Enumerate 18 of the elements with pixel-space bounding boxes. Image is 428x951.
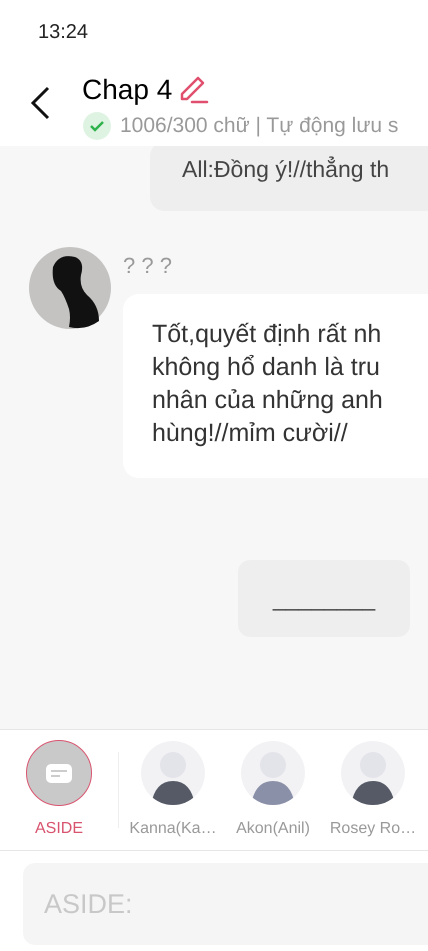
character-option[interactable]: Akon(Anil) [223,740,323,841]
character-name: ? ? ? [123,252,172,280]
dialogue-bubble: Tốt,quyết định rất nh không hổ danh là tru nhân của những anh hùng!//mỉm cười// [123,294,428,478]
status-time: 13:24 [38,20,88,45]
character-label: Kanna(Ka… [129,819,217,839]
edit-icon[interactable] [178,75,210,105]
chapter-title: Chap 4 [82,73,172,107]
character-option[interactable]: Rosey Ro… [323,740,423,841]
aside-option[interactable]: ASIDE [0,740,120,841]
aside-icon [46,764,72,782]
word-count-status: 1006/300 chữ | Tự động lưu s [120,113,398,139]
character-option[interactable]: Kanna(Ka… [123,740,223,841]
narration-bubble: All:Đồng ý!//thẳng th [150,146,428,211]
character-label: ASIDE [34,819,83,839]
back-icon[interactable] [28,86,52,120]
character-label: Akon(Anil) [236,819,310,839]
narration-bubble: ________ [238,560,410,637]
character-label: Rosey Ro… [330,819,416,839]
